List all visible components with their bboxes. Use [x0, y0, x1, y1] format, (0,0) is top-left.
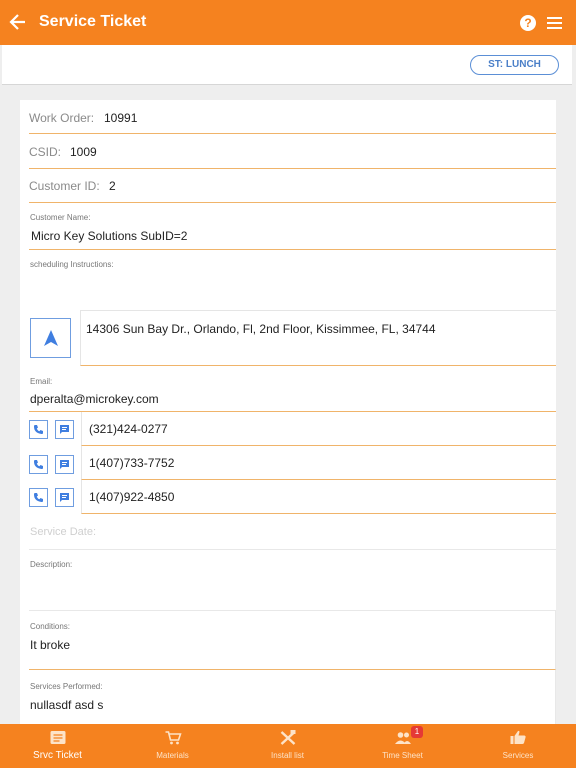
status-button[interactable]: ST: LUNCH [470, 55, 559, 75]
customer-name-value: Micro Key Solutions SubID=2 [31, 229, 188, 243]
message-button-3[interactable] [55, 488, 74, 507]
email-field[interactable]: Email: dperalta@microkey.com [29, 370, 556, 412]
call-button-3[interactable] [29, 488, 48, 507]
tab-install-list[interactable]: Install list [230, 724, 345, 768]
customer-id-field[interactable]: Customer ID: 2 [29, 169, 556, 203]
message-button-1[interactable] [55, 420, 74, 439]
work-order-field[interactable]: Work Order: 10991 [29, 100, 556, 134]
people-icon [394, 732, 411, 744]
customer-name-field[interactable]: Customer Name: Micro Key Solutions SubID… [29, 203, 556, 250]
phone-value-2: 1(407)733-7752 [89, 456, 175, 470]
services-performed-value: nullasdf asd s [30, 698, 104, 712]
navigation-arrow-icon [44, 330, 58, 346]
page-title: Service Ticket [39, 13, 147, 30]
app-bar: Service Ticket ? [0, 0, 576, 45]
phone-field-1[interactable]: (321)424-0277 [81, 412, 556, 446]
status-bar: ST: LUNCH [2, 45, 572, 85]
tab-label: Services [502, 751, 534, 760]
thumbs-up-icon [510, 730, 526, 744]
phone-field-3[interactable]: 1(407)922-4850 [81, 480, 556, 514]
service-date-placeholder: Service Date: [30, 526, 97, 538]
tab-label: Materials [156, 751, 189, 760]
bottom-tab-bar: Srvc Ticket Materials Install list 1 Tim… [0, 724, 576, 768]
ticket-icon [50, 731, 65, 744]
description-label: Description: [30, 560, 73, 569]
description-field[interactable]: Description: [29, 550, 556, 610]
address-value: 14306 Sun Bay Dr., Orlando, Fl, 2nd Floo… [86, 322, 436, 336]
call-button-2[interactable] [29, 455, 48, 474]
message-icon [60, 493, 69, 502]
work-order-label: Work Order: [29, 111, 95, 125]
tab-materials[interactable]: Materials [115, 724, 230, 768]
phone-icon [34, 425, 43, 434]
tools-icon [280, 730, 295, 745]
customer-name-label: Customer Name: [30, 213, 91, 222]
services-performed-label: Services Performed: [30, 682, 103, 691]
conditions-field[interactable]: Conditions: It broke [29, 610, 556, 670]
service-date-field[interactable]: Service Date: [29, 514, 556, 550]
work-order-value: 10991 [104, 111, 138, 125]
csid-label: CSID: [29, 145, 62, 159]
scheduling-label: scheduling Instructions: [30, 260, 114, 269]
tab-time-sheet[interactable]: 1 Time Sheet [345, 724, 460, 768]
address-field[interactable]: 14306 Sun Bay Dr., Orlando, Fl, 2nd Floo… [80, 310, 556, 366]
tab-services[interactable]: Services [460, 724, 576, 768]
customer-id-value: 2 [109, 179, 116, 193]
services-performed-field[interactable]: Services Performed: nullasdf asd s [29, 670, 556, 725]
email-value: dperalta@microkey.com [30, 392, 159, 406]
message-icon [60, 460, 69, 469]
phone-value-1: (321)424-0277 [89, 422, 168, 436]
tab-label: Srvc Ticket [33, 750, 82, 761]
cart-icon [165, 731, 181, 745]
tab-srvc-ticket[interactable]: Srvc Ticket [0, 724, 115, 768]
ticket-form: Work Order: 10991 CSID: 1009 Customer ID… [20, 100, 556, 725]
tab-label: Time Sheet [382, 751, 423, 760]
back-arrow-icon[interactable] [9, 11, 27, 33]
menu-icon[interactable] [547, 17, 562, 29]
navigate-button[interactable] [30, 318, 71, 358]
conditions-value: It broke [30, 638, 71, 652]
conditions-label: Conditions: [30, 622, 71, 631]
tab-label: Install list [271, 751, 304, 760]
phone-icon [34, 460, 43, 469]
email-label: Email: [30, 377, 53, 386]
customer-id-label: Customer ID: [29, 179, 100, 193]
call-button-1[interactable] [29, 420, 48, 439]
help-icon[interactable]: ? [520, 15, 536, 31]
message-button-2[interactable] [55, 455, 74, 474]
csid-field[interactable]: CSID: 1009 [29, 134, 556, 169]
time-sheet-badge: 1 [411, 726, 423, 738]
phone-icon [34, 493, 43, 502]
csid-value: 1009 [70, 145, 97, 159]
scheduling-instructions-field[interactable]: scheduling Instructions: [29, 250, 556, 310]
phone-field-2[interactable]: 1(407)733-7752 [81, 446, 556, 480]
phone-value-3: 1(407)922-4850 [89, 490, 175, 504]
message-icon [60, 425, 69, 434]
